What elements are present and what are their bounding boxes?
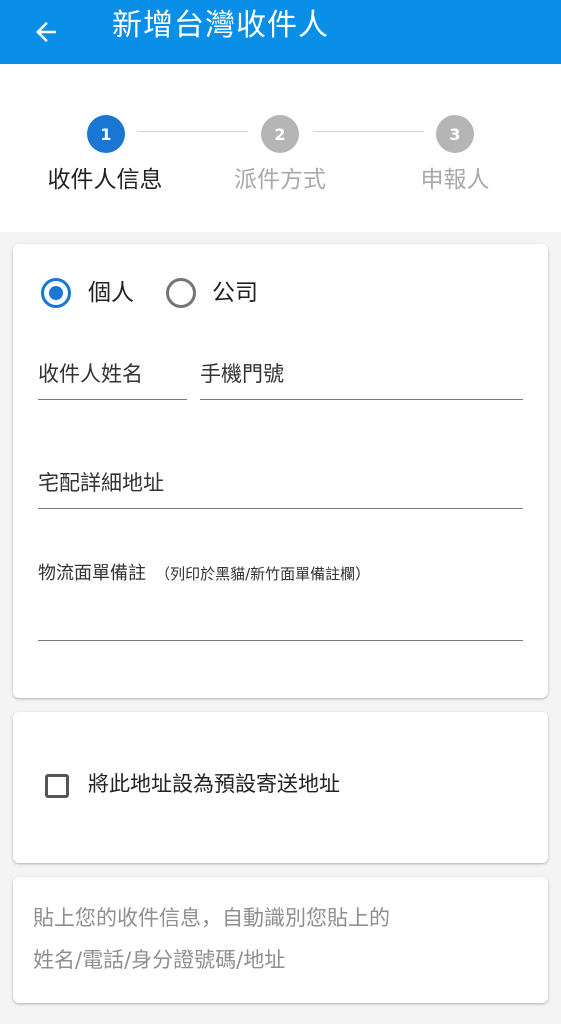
radio-company-label[interactable]: 公司 xyxy=(212,279,258,307)
note-underline xyxy=(38,640,523,641)
step-3-label: 申報人 xyxy=(420,167,490,193)
default-address-card: 將此地址設為預設寄送地址 xyxy=(13,712,548,863)
note-hint: （列印於黑貓/新竹面單備註欄） xyxy=(155,565,371,583)
step-3-circle[interactable]: 3 xyxy=(436,115,474,153)
recipient-name-underline xyxy=(38,399,187,400)
step-3-number: 3 xyxy=(449,124,461,144)
arrow-left-icon xyxy=(36,22,56,42)
step-2-number: 2 xyxy=(274,124,286,144)
radio-company[interactable] xyxy=(166,278,196,308)
default-address-label[interactable]: 將此地址設為預設寄送地址 xyxy=(88,770,340,798)
recipient-form-card: 個人 公司 收件人姓名 手機門號 宅配詳細地址 物流面單備註 （列印於黑貓/新竹… xyxy=(13,244,548,698)
step-1-number: 1 xyxy=(100,124,112,144)
note-input[interactable]: 物流面單備註 （列印於黑貓/新竹面單備註欄） xyxy=(38,559,370,585)
paste-info-card[interactable]: 貼上您的收件信息，自動識別您貼上的 姓名/電話/身分證號碼/地址 xyxy=(13,877,548,1003)
step-connector xyxy=(313,131,424,132)
default-address-checkbox[interactable] xyxy=(45,774,69,798)
address-underline xyxy=(38,508,523,509)
stepper: 1 2 3 收件人信息 派件方式 申報人 xyxy=(0,64,561,232)
page-title: 新增台灣收件人 xyxy=(112,8,329,43)
note-label: 物流面單備註 xyxy=(38,563,146,584)
phone-input[interactable]: 手機門號 xyxy=(200,361,284,387)
paste-placeholder-line-1: 貼上您的收件信息，自動識別您貼上的 xyxy=(33,906,390,930)
back-button[interactable] xyxy=(26,12,66,52)
radio-personal-label[interactable]: 個人 xyxy=(88,279,134,307)
step-1-circle[interactable]: 1 xyxy=(87,115,125,153)
phone-underline xyxy=(200,399,523,400)
step-2-circle[interactable]: 2 xyxy=(261,115,299,153)
paste-placeholder-line-2: 姓名/電話/身分證號碼/地址 xyxy=(33,948,286,972)
radio-dot xyxy=(49,286,63,300)
step-2-label: 派件方式 xyxy=(234,167,326,193)
step-1-label: 收件人信息 xyxy=(47,167,163,193)
recipient-name-input[interactable]: 收件人姓名 xyxy=(38,361,143,387)
radio-personal[interactable] xyxy=(41,278,71,308)
address-input[interactable]: 宅配詳細地址 xyxy=(38,470,164,496)
app-bar: 新增台灣收件人 xyxy=(0,0,561,64)
paste-info-textarea[interactable]: 貼上您的收件信息，自動識別您貼上的 姓名/電話/身分證號碼/地址 xyxy=(33,897,390,981)
step-connector xyxy=(137,131,248,132)
